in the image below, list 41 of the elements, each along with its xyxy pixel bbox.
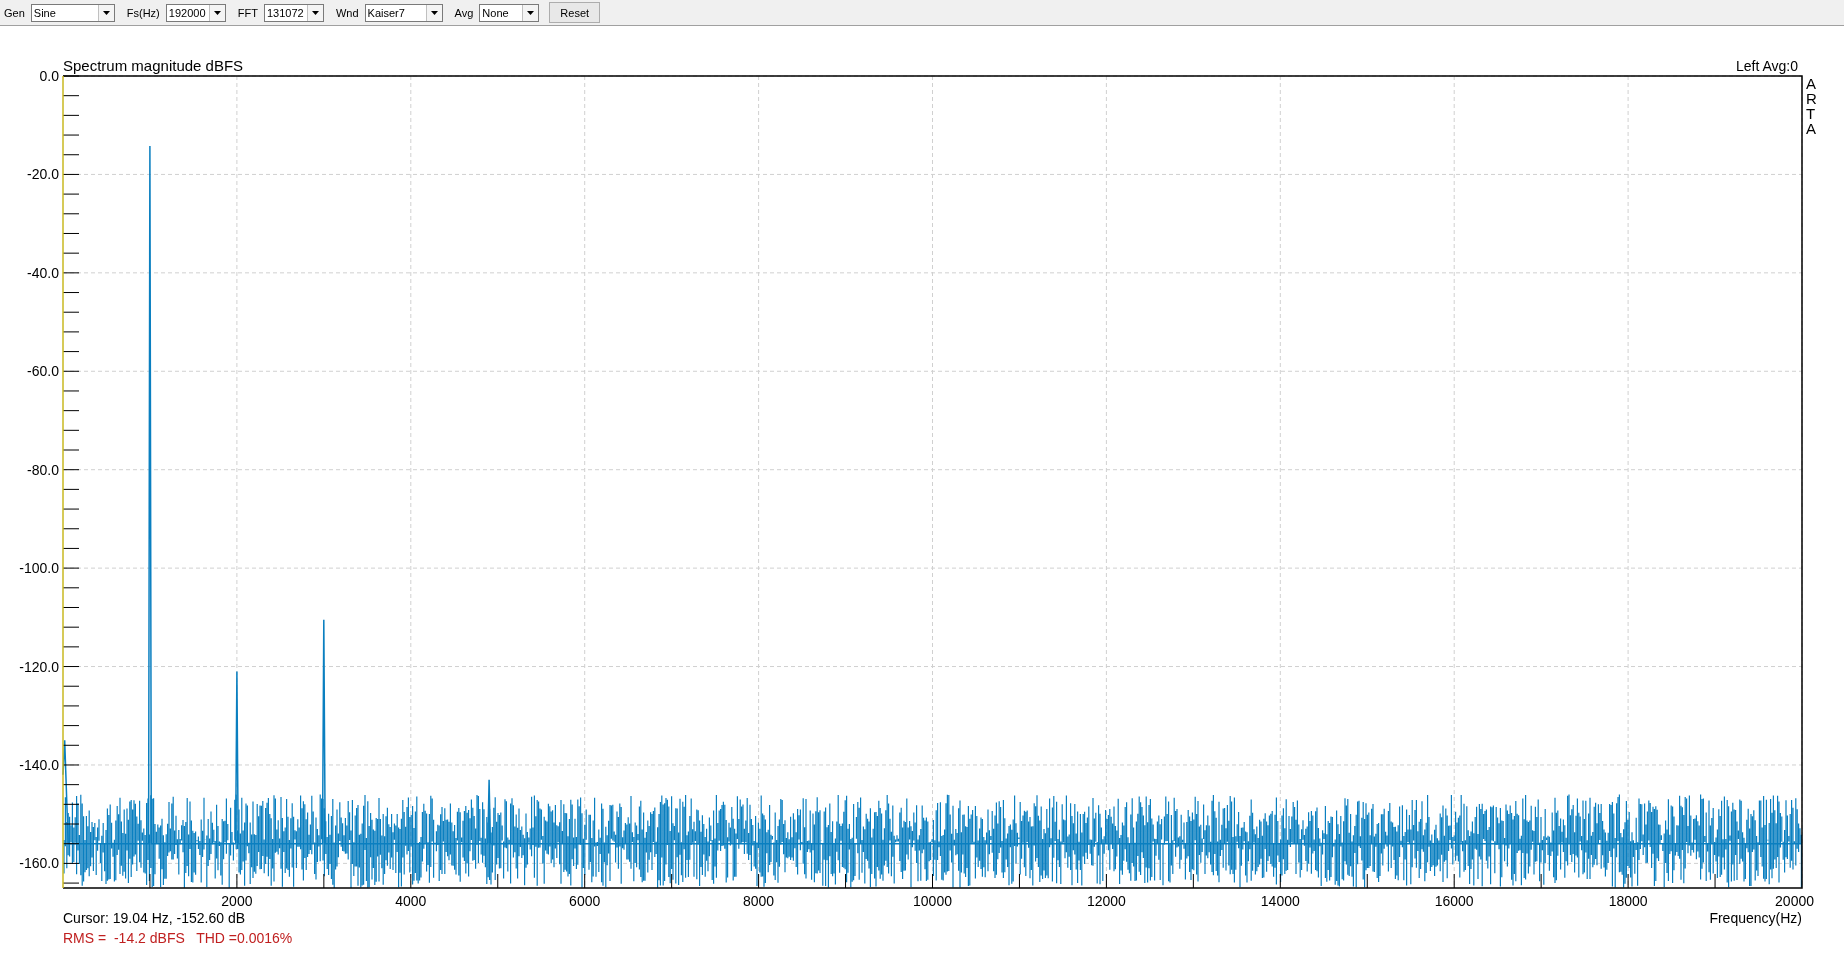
- x-tick-label: 12000: [1086, 893, 1126, 908]
- dropdown[interactable]: Kaiser7: [364, 3, 443, 22]
- dropdown[interactable]: 131072: [263, 3, 324, 22]
- reset-button[interactable]: Reset: [549, 2, 601, 23]
- y-tick-label: -160.0: [19, 855, 59, 872]
- chart-title: Spectrum magnitude dBFS: [63, 57, 244, 74]
- y-tick-label: -120.0: [19, 658, 59, 675]
- x-tick-label: 14000: [1260, 893, 1300, 908]
- measurement-readout: RMS = -14.2 dBFS THD =0.0016%: [62, 929, 294, 948]
- x-tick-label: 18000: [1608, 893, 1648, 908]
- x-tick-label: 10000: [913, 893, 952, 908]
- x-tick-label: 6000: [569, 893, 601, 908]
- y-tick-label: -100.0: [19, 560, 59, 577]
- toolbar-label: Gen: [4, 6, 25, 19]
- x-tick-label: 4000: [395, 893, 427, 908]
- y-tick-label: 0.0: [39, 68, 59, 84]
- y-tick-label: -20.0: [27, 166, 59, 183]
- side-label: ARTA: [1806, 76, 1818, 136]
- y-tick-label: -140.0: [19, 756, 59, 773]
- toolbar-label: Wnd: [335, 6, 359, 19]
- dropdown[interactable]: 192000: [165, 3, 226, 22]
- x-tick-label: 8000: [743, 893, 775, 908]
- caret-icon: [102, 10, 110, 15]
- caret-icon: [213, 10, 221, 15]
- y-tick-label: -60.0: [27, 363, 59, 380]
- dropdown[interactable]: Sine: [30, 3, 115, 22]
- channel-info: Left Avg:0: [1736, 58, 1798, 74]
- cursor-readout: Cursor: 19.04 Hz, -152.60 dB: [63, 910, 246, 926]
- x-tick-label: 16000: [1434, 893, 1474, 908]
- caret-icon: [527, 10, 535, 15]
- dropdown[interactable]: None: [479, 3, 540, 22]
- caret-icon: [311, 10, 319, 15]
- toolbar-label: FFT: [237, 6, 258, 19]
- toolbar-label: Fs(Hz): [126, 6, 160, 19]
- toolbar-label: Avg: [454, 6, 474, 19]
- x-tick-label: 2000: [221, 893, 253, 908]
- x-tick-label: 20000: [1775, 893, 1814, 908]
- x-axis-label: Frequency(Hz): [1709, 910, 1802, 926]
- caret-icon: [430, 10, 438, 15]
- y-tick-label: -40.0: [27, 264, 59, 281]
- y-tick-label: -80.0: [27, 461, 59, 478]
